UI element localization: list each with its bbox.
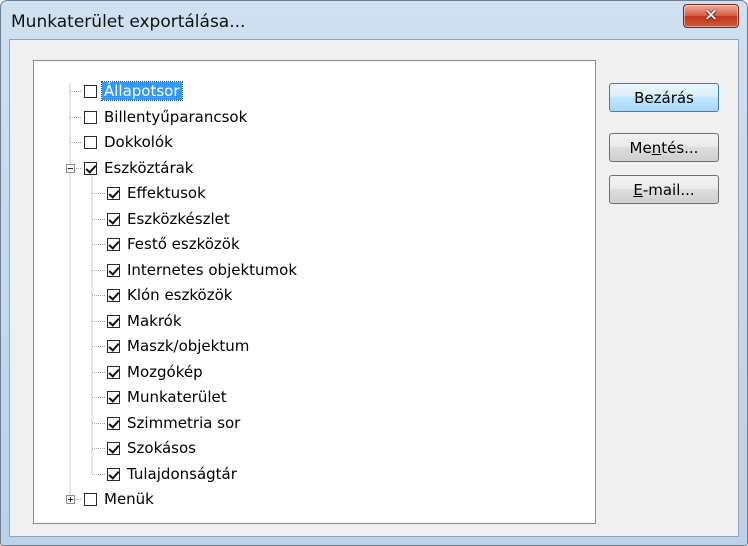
tree-item-label[interactable]: Szokásos (125, 439, 198, 457)
tree-item-label[interactable]: Internetes objektumok (125, 261, 299, 279)
tree-item-checkbox[interactable] (84, 492, 97, 506)
tree-item[interactable]: Mozgókép (107, 360, 205, 384)
title-bar[interactable]: Munkaterület exportálása... ✕ (1, 1, 747, 39)
tree-item-label[interactable]: Makrók (125, 312, 184, 330)
tree-item-label[interactable]: Billentyűparancsok (102, 108, 249, 126)
close-icon: ✕ (703, 6, 719, 26)
tree-item-checkbox[interactable] (84, 84, 97, 98)
tree-item-checkbox[interactable] (107, 467, 120, 481)
expand-plus-icon[interactable] (66, 495, 75, 504)
tree-item-label[interactable]: Effektusok (125, 184, 208, 202)
tree-item-label[interactable]: Eszközkészlet (125, 210, 232, 228)
window-title: Munkaterület exportálása... (11, 12, 246, 32)
tree-item-checkbox[interactable] (107, 314, 120, 328)
tree-item-label[interactable]: Dokkolók (102, 133, 175, 151)
tree-item-label[interactable]: Tulajdonságtár (125, 465, 239, 483)
tree-item[interactable]: Maszk/objektum (107, 334, 251, 358)
email-button[interactable]: E-mail... (609, 175, 719, 204)
tree-item[interactable]: Billentyűparancsok (84, 105, 249, 129)
tree-item-checkbox[interactable] (107, 212, 120, 226)
tree-item-checkbox[interactable] (84, 110, 97, 124)
tree-item-label[interactable]: Eszköztárak (102, 159, 196, 177)
tree-item-checkbox[interactable] (107, 441, 120, 455)
tree-item-label[interactable]: Maszk/objektum (125, 337, 251, 355)
window-close-button[interactable]: ✕ (683, 4, 739, 28)
tree-item-checkbox[interactable] (84, 161, 97, 175)
tree-item-checkbox[interactable] (107, 339, 120, 353)
tree-item-label[interactable]: Munkaterület (125, 388, 229, 406)
tree-item[interactable]: Festő eszközök (107, 232, 242, 256)
tree-item-label[interactable]: Állapotsor (101, 81, 183, 101)
tree-item-checkbox[interactable] (84, 135, 97, 149)
tree-item[interactable]: Eszközkészlet (107, 207, 232, 231)
collapse-minus-icon[interactable] (66, 164, 75, 173)
tree-item-label[interactable]: Mozgókép (125, 363, 205, 381)
tree-item[interactable]: Menük (84, 487, 156, 511)
tree-item[interactable]: Szokásos (107, 436, 198, 460)
tree-item-checkbox[interactable] (107, 186, 120, 200)
tree-item-checkbox[interactable] (107, 390, 120, 404)
close-button[interactable]: Bezárás (609, 83, 719, 112)
tree-item-checkbox[interactable] (107, 288, 120, 302)
tree-item-checkbox[interactable] (107, 365, 120, 379)
tree-item-label[interactable]: Festő eszközök (125, 235, 242, 253)
tree-item-checkbox[interactable] (107, 263, 120, 277)
tree-item-label[interactable]: Klón eszközök (125, 286, 234, 304)
tree-item[interactable]: Makrók (107, 309, 184, 333)
tree-item[interactable]: Állapotsor (84, 79, 183, 103)
tree-item[interactable]: Munkaterület (107, 385, 229, 409)
export-workspace-dialog: Munkaterület exportálása... ✕ Állapotsor… (0, 0, 748, 546)
tree-item[interactable]: Internetes objektumok (107, 258, 299, 282)
tree-item[interactable]: Effektusok (107, 181, 208, 205)
tree-item-label[interactable]: Menük (102, 490, 156, 508)
close-button-label: Bezárás (634, 88, 694, 107)
tree-item[interactable]: Klón eszközök (107, 283, 234, 307)
tree-item[interactable]: Szimmetria sor (107, 411, 242, 435)
workspace-items-tree[interactable]: Állapotsor Billentyűparancsok Dokkolók Eszk… (33, 60, 596, 524)
tree-item-checkbox[interactable] (107, 237, 120, 251)
tree-item[interactable]: Dokkolók (84, 130, 175, 154)
dialog-client-area: Állapotsor Billentyűparancsok Dokkolók Eszk… (9, 39, 739, 537)
save-button[interactable]: Mentés... (609, 133, 719, 162)
email-button-label: E-mail... (633, 180, 695, 199)
save-button-label: Mentés... (629, 138, 699, 157)
tree-item[interactable]: Tulajdonságtár (107, 462, 239, 486)
tree-item[interactable]: Eszköztárak (84, 156, 196, 180)
tree-item-label[interactable]: Szimmetria sor (125, 414, 242, 432)
tree-item-checkbox[interactable] (107, 416, 120, 430)
